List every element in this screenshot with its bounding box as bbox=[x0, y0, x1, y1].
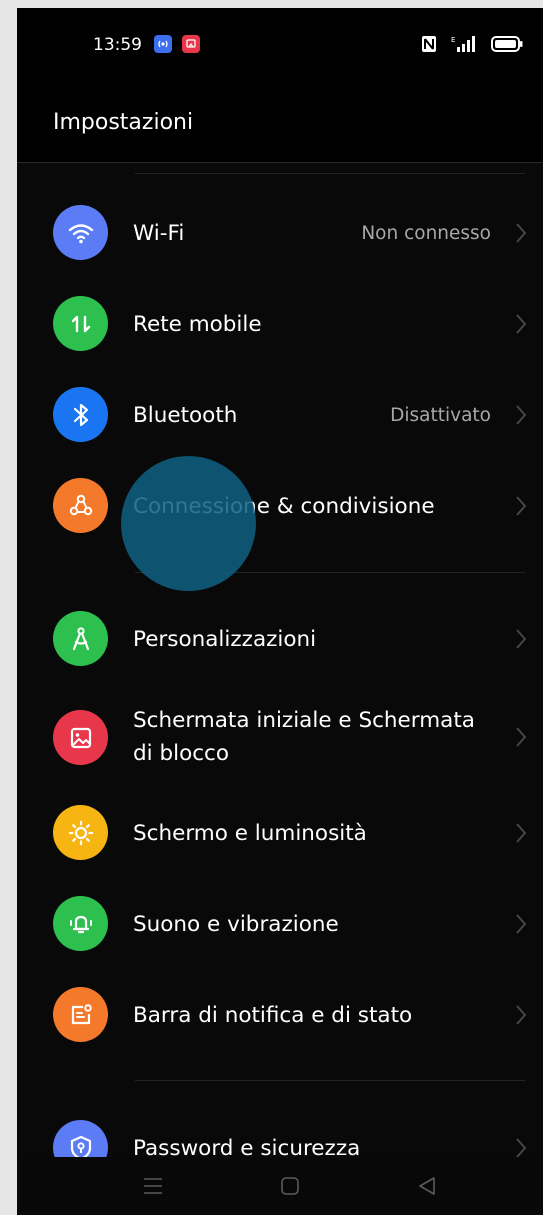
setting-home-lock-screen[interactable]: Schermata iniziale e Schermata di blocco bbox=[17, 688, 543, 786]
chevron-right-icon bbox=[516, 314, 527, 334]
setting-label: Schermata iniziale e Schermata di blocco bbox=[133, 708, 475, 766]
divider bbox=[135, 173, 525, 174]
connection-sharing-icon bbox=[53, 478, 108, 533]
navigation-bar bbox=[17, 1157, 543, 1215]
home-nav-icon[interactable] bbox=[280, 1176, 300, 1196]
wifi-icon bbox=[53, 205, 108, 260]
setting-label: Bluetooth bbox=[133, 403, 238, 428]
chevron-right-icon bbox=[516, 223, 527, 243]
personalization-icon bbox=[53, 611, 108, 666]
setting-label: Personalizzazioni bbox=[133, 627, 317, 652]
divider bbox=[135, 1080, 525, 1081]
chevron-right-icon bbox=[516, 405, 527, 425]
chevron-right-icon bbox=[516, 914, 527, 934]
signal-icon: E bbox=[451, 35, 477, 57]
brightness-icon bbox=[53, 805, 108, 860]
phone-screen: 13:59 E Impostazioni Wi-Fi Non connesso … bbox=[17, 8, 543, 1215]
setting-mobile-network[interactable]: Rete mobile bbox=[17, 282, 543, 366]
touch-indicator bbox=[121, 456, 256, 591]
setting-sound-vibration[interactable]: Suono e vibrazione bbox=[17, 882, 543, 966]
menu-nav-icon[interactable] bbox=[143, 1177, 163, 1195]
page-title: Impostazioni bbox=[53, 110, 194, 135]
chevron-right-icon bbox=[516, 823, 527, 843]
back-nav-icon[interactable] bbox=[417, 1176, 437, 1196]
notification-bar-icon bbox=[53, 987, 108, 1042]
setting-label: Wi-Fi bbox=[133, 221, 185, 246]
chevron-right-icon bbox=[516, 727, 527, 747]
bluetooth-icon bbox=[53, 387, 108, 442]
status-time: 13:59 bbox=[93, 35, 142, 55]
mobile-data-icon bbox=[53, 296, 108, 351]
svg-text:E: E bbox=[451, 36, 455, 44]
setting-personalizations[interactable]: Personalizzazioni bbox=[17, 597, 543, 681]
setting-notification-bar[interactable]: Barra di notifica e di stato bbox=[17, 973, 543, 1057]
setting-wifi[interactable]: Wi-Fi Non connesso bbox=[17, 191, 543, 275]
nfc-notification-icon bbox=[154, 35, 172, 53]
setting-value: Disattivato bbox=[390, 405, 491, 426]
chevron-right-icon bbox=[516, 496, 527, 516]
setting-connection-sharing[interactable]: Connessione & condivisione bbox=[17, 464, 543, 548]
setting-label: Rete mobile bbox=[133, 312, 262, 337]
settings-header: Impostazioni bbox=[17, 82, 543, 163]
status-bar: 13:59 E bbox=[17, 8, 543, 82]
setting-label: Schermo e luminosità bbox=[133, 821, 367, 846]
chevron-right-icon bbox=[516, 1138, 527, 1158]
chevron-right-icon bbox=[516, 629, 527, 649]
nfc-icon bbox=[421, 35, 437, 57]
setting-label: Barra di notifica e di stato bbox=[133, 1003, 413, 1028]
sound-icon bbox=[53, 896, 108, 951]
chevron-right-icon bbox=[516, 1005, 527, 1025]
screen-record-notification-icon bbox=[182, 35, 200, 53]
setting-bluetooth[interactable]: Bluetooth Disattivato bbox=[17, 373, 543, 457]
wallpaper-icon bbox=[53, 710, 108, 765]
battery-icon bbox=[491, 36, 523, 56]
setting-label: Suono e vibrazione bbox=[133, 912, 339, 937]
status-right-icons: E bbox=[421, 35, 523, 57]
setting-value: Non connesso bbox=[361, 223, 491, 244]
setting-display-brightness[interactable]: Schermo e luminosità bbox=[17, 791, 543, 875]
